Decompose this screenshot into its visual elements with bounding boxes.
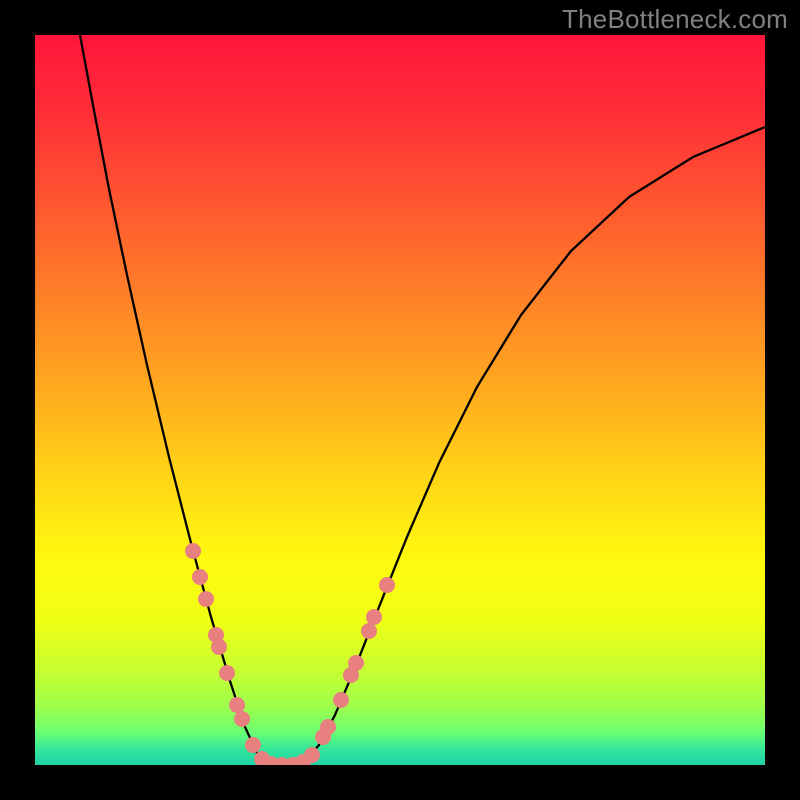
data-point <box>366 609 382 625</box>
data-point <box>361 623 377 639</box>
data-point <box>379 577 395 593</box>
data-point <box>320 719 336 735</box>
data-point <box>245 737 261 753</box>
data-point <box>229 697 245 713</box>
data-point <box>198 591 214 607</box>
data-point <box>211 639 227 655</box>
bottleneck-curve <box>80 35 765 764</box>
plot-area <box>35 35 765 765</box>
data-point <box>333 692 349 708</box>
data-point <box>185 543 201 559</box>
data-point <box>234 711 250 727</box>
chart-container: TheBottleneck.com <box>0 0 800 800</box>
curve-layer <box>35 35 765 765</box>
watermark-text: TheBottleneck.com <box>562 4 788 35</box>
data-point <box>192 569 208 585</box>
data-point <box>304 747 320 763</box>
data-point <box>348 655 364 671</box>
data-point <box>219 665 235 681</box>
data-points-group <box>185 543 395 765</box>
